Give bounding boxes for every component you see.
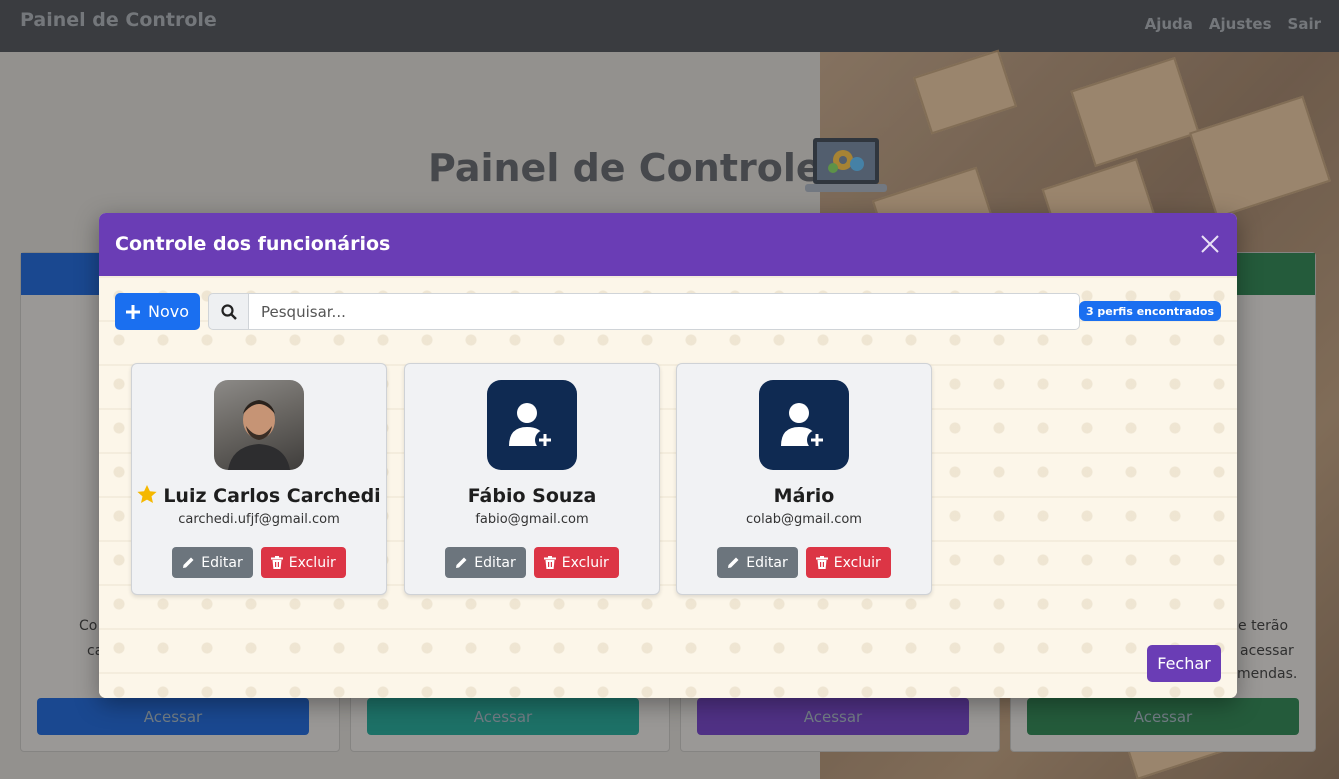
employee-name-text: Luiz Carlos Carchedi	[163, 485, 381, 507]
edit-button[interactable]: Editar	[172, 547, 253, 578]
pencil-icon	[183, 557, 194, 568]
employee-email: fabio@gmail.com	[475, 512, 589, 527]
delete-button[interactable]: Excluir	[260, 547, 346, 578]
delete-label: Excluir	[561, 554, 609, 571]
edit-button[interactable]: Editar	[717, 547, 798, 578]
edit-label: Editar	[474, 554, 516, 571]
edit-label: Editar	[746, 554, 788, 571]
trash-icon	[815, 556, 828, 569]
pencil-icon	[456, 557, 467, 568]
modal-title: Controle dos funcionários	[115, 233, 391, 255]
employee-name: Mário	[773, 485, 835, 507]
modal-toolbar: Novo 3 perfis encontrados	[115, 293, 1221, 330]
plus-icon	[125, 304, 140, 319]
modal-header: Controle dos funcionários	[99, 213, 1237, 276]
delete-label: Excluir	[288, 554, 336, 571]
delete-label: Excluir	[833, 554, 881, 571]
modal-body: Novo 3 perfis encontrados	[99, 276, 1237, 698]
edit-button[interactable]: Editar	[445, 547, 526, 578]
search-group	[208, 293, 1080, 330]
user-plus-icon	[759, 380, 849, 470]
search-input[interactable]	[248, 293, 1080, 330]
pencil-icon	[728, 557, 739, 568]
trash-icon	[543, 556, 556, 569]
new-employee-button[interactable]: Novo	[115, 293, 200, 330]
edit-label: Editar	[201, 554, 243, 571]
star-icon	[137, 485, 157, 503]
user-plus-icon	[487, 380, 577, 470]
close-icon[interactable]	[1197, 231, 1223, 257]
employee-card: Luiz Carlos Carchedi carchedi.ufjf@gmail…	[131, 363, 387, 595]
employees-modal: Controle dos funcionários Novo Pesquisar…	[99, 213, 1237, 698]
avatar	[214, 380, 304, 470]
trash-icon	[270, 556, 283, 569]
employee-card: Mário colab@gmail.com Editar Excluir	[676, 363, 932, 595]
employee-email: carchedi.ufjf@gmail.com	[178, 512, 340, 527]
employee-email: colab@gmail.com	[746, 512, 862, 527]
employee-name: Luiz Carlos Carchedi	[132, 485, 386, 507]
card-actions: Editar Excluir	[405, 547, 659, 578]
results-count-badge: 3 perfis encontrados	[1078, 301, 1221, 321]
employee-name: Fábio Souza	[467, 485, 597, 507]
search-icon	[208, 293, 248, 330]
delete-button[interactable]: Excluir	[805, 547, 891, 578]
new-button-label: Novo	[147, 302, 189, 321]
close-modal-button[interactable]: Fechar	[1147, 645, 1221, 682]
card-actions: Editar Excluir	[132, 547, 386, 578]
employee-card: Fábio Souza fabio@gmail.com Editar Exclu…	[404, 363, 660, 595]
delete-button[interactable]: Excluir	[533, 547, 619, 578]
card-actions: Editar Excluir	[677, 547, 931, 578]
